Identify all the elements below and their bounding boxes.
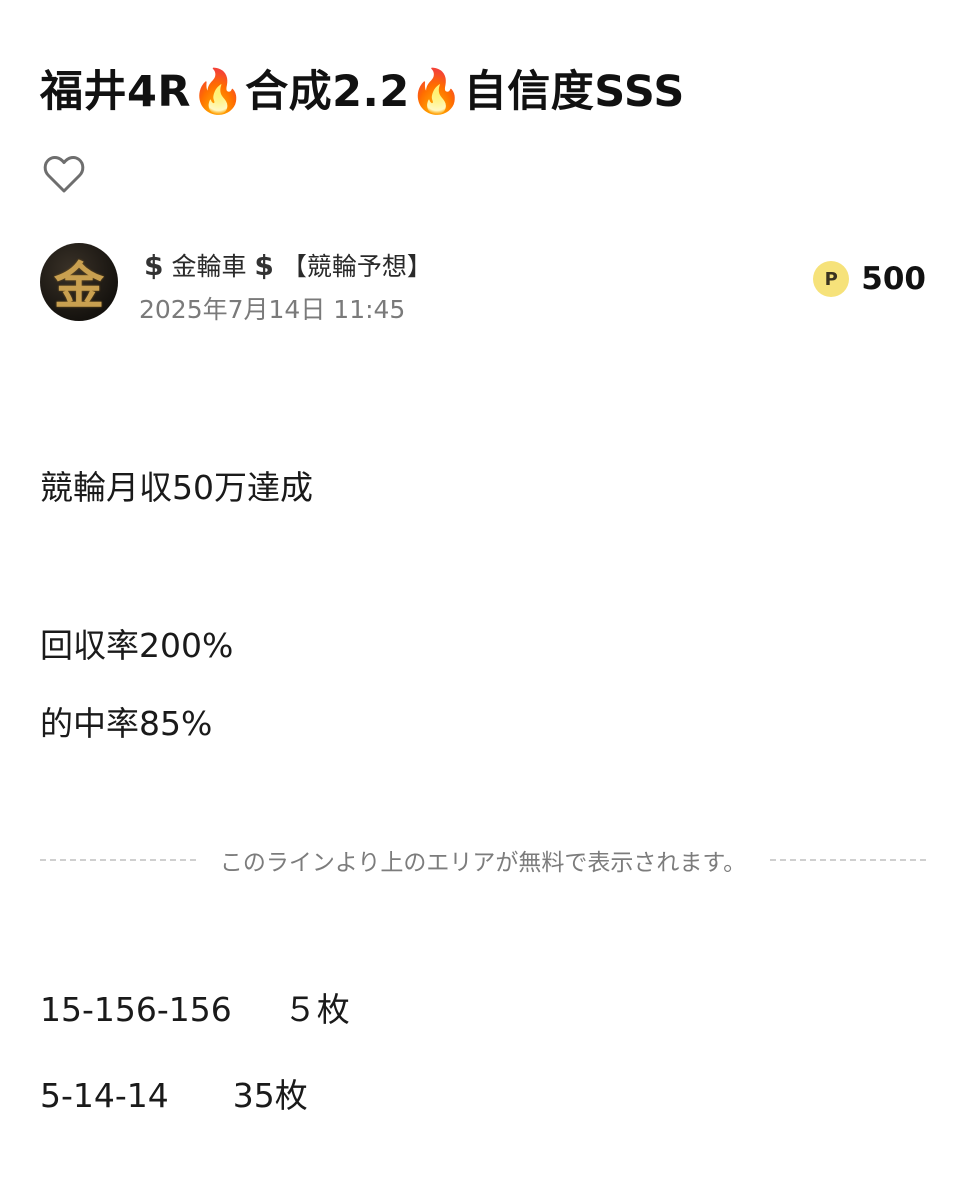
gold-kanji-avatar-glyph: 金 bbox=[54, 256, 104, 315]
price-value: 500 bbox=[861, 261, 926, 297]
dollar-sign-icon: $ bbox=[144, 249, 164, 282]
author-row: 金 $ 金輪車 $ 【競輪予想】 2025年7月14日 11:45 P 500 bbox=[40, 243, 926, 328]
author-name[interactable]: $ 金輪車 $ 【競輪予想】 bbox=[144, 249, 432, 284]
dollar-sign-icon: $ bbox=[254, 249, 274, 282]
bet-combo: 5-14-14 bbox=[40, 1076, 169, 1115]
bet-combo: 15-156-156 bbox=[40, 990, 232, 1029]
avatar[interactable]: 金 bbox=[40, 243, 118, 321]
author-name-main: 金輪車 bbox=[171, 252, 247, 281]
author-name-tag: 【競輪予想】 bbox=[281, 252, 432, 281]
paywall-notice: このラインより上のエリアが無料で表示されます。 bbox=[219, 850, 747, 876]
post-date: 2025年7月14日 11:45 bbox=[139, 295, 406, 324]
point-coin-icon: P bbox=[813, 261, 850, 297]
body-line-hit-rate: 的中率85% bbox=[40, 704, 213, 743]
bet-quantity: 35枚 bbox=[232, 1076, 308, 1115]
heart-outline-icon[interactable] bbox=[40, 150, 88, 198]
bet-quantity: ５枚 bbox=[283, 990, 350, 1029]
dashed-line-right bbox=[770, 859, 926, 861]
bet-line-1: 15-156-156 ５枚 bbox=[40, 988, 350, 1032]
post-title: 福井4R🔥合成2.2🔥自信度SSS bbox=[40, 67, 685, 117]
dashed-line-left bbox=[40, 859, 196, 861]
body-line-recovery-rate: 回収率200% bbox=[40, 626, 234, 665]
bet-line-2: 5-14-14 35枚 bbox=[40, 1074, 308, 1118]
price-points: P 500 bbox=[813, 259, 926, 299]
paywall-divider: このラインより上のエリアが無料で表示されます。 bbox=[40, 842, 926, 878]
body-line-income: 競輪月収50万達成 bbox=[40, 468, 313, 507]
